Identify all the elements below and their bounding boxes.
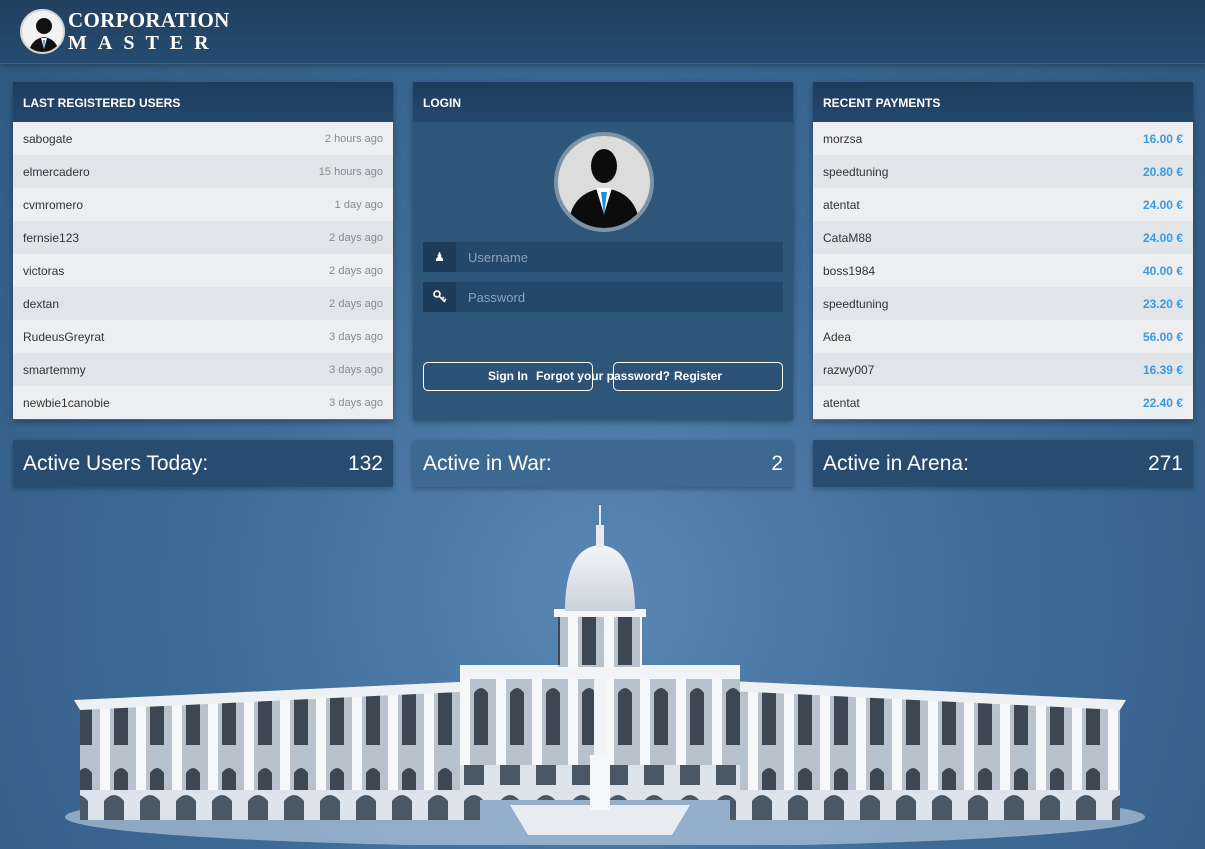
user-time: 2 days ago xyxy=(329,297,383,310)
logo-line1: CORPORATION xyxy=(68,8,230,32)
payment-amount: 20.80 € xyxy=(1142,164,1183,179)
payer-name: speedtuning xyxy=(823,296,889,311)
user-row[interactable]: elmercadero 15 hours ago xyxy=(13,155,393,188)
payer-name: morzsa xyxy=(823,131,863,146)
user-time: 15 hours ago xyxy=(318,165,383,178)
user-name: dextan xyxy=(23,296,60,311)
payer-name: CataM88 xyxy=(823,230,872,245)
user-name: smartemmy xyxy=(23,362,86,377)
user-row[interactable]: newbie1canobie 3 days ago xyxy=(13,386,393,419)
user-name: cvmromero xyxy=(23,197,84,212)
registered-users-title: LAST REGISTERED USERS xyxy=(13,82,393,122)
payment-row[interactable]: atentat 22.40 € xyxy=(813,386,1193,419)
payer-name: Adea xyxy=(823,329,852,344)
user-time: 3 days ago xyxy=(329,330,383,343)
password-field xyxy=(423,282,783,312)
key-icon xyxy=(423,282,456,312)
payment-amount: 40.00 € xyxy=(1142,263,1183,278)
user-name: sabogate xyxy=(23,131,73,146)
payment-amount: 23.20 € xyxy=(1142,296,1183,311)
active-in-arena-value: 271 xyxy=(1147,451,1183,475)
payment-amount: 24.00 € xyxy=(1142,230,1183,245)
payment-row[interactable]: boss1984 40.00 € xyxy=(813,254,1193,287)
password-input[interactable] xyxy=(456,282,783,312)
logo-line2: MASTER xyxy=(68,32,220,54)
payer-name: atentat xyxy=(823,197,860,212)
payment-row[interactable]: razwy007 16.39 € xyxy=(813,353,1193,386)
user-name: RudeusGreyrat xyxy=(23,329,105,344)
active-in-war-stat: Active in War: 2 xyxy=(413,440,793,487)
top-header: CORPORATION MASTER xyxy=(0,0,1205,64)
active-in-war-label: Active in War: xyxy=(423,451,552,475)
user-row[interactable]: smartemmy 3 days ago xyxy=(13,353,393,386)
user-row[interactable]: fernsie123 2 days ago xyxy=(13,221,393,254)
payment-row[interactable]: morzsa 16.00 € xyxy=(813,122,1193,155)
payment-amount: 22.40 € xyxy=(1142,395,1183,410)
logo-avatar-icon xyxy=(20,9,65,54)
user-time: 1 day ago xyxy=(334,198,383,211)
user-time: 3 days ago xyxy=(329,363,383,376)
user-time: 2 hours ago xyxy=(324,132,383,145)
payment-row[interactable]: speedtuning 23.20 € xyxy=(813,287,1193,320)
user-name: newbie1canobie xyxy=(23,395,110,410)
logo[interactable]: CORPORATION MASTER xyxy=(20,9,230,54)
payment-amount: 24.00 € xyxy=(1142,197,1183,212)
user-time: 3 days ago xyxy=(329,396,383,409)
username-input[interactable] xyxy=(456,242,783,272)
payment-row[interactable]: speedtuning 20.80 € xyxy=(813,155,1193,188)
user-name: elmercadero xyxy=(23,164,90,179)
user-avatar-icon xyxy=(554,132,654,232)
user-row[interactable]: RudeusGreyrat 3 days ago xyxy=(13,320,393,353)
user-row[interactable]: cvmromero 1 day ago xyxy=(13,188,393,221)
recent-payments-panel: RECENT PAYMENTS morzsa 16.00 € speedtunin… xyxy=(813,82,1193,420)
payer-name: boss1984 xyxy=(823,263,876,278)
active-users-today-label: Active Users Today: xyxy=(23,451,209,475)
payment-row[interactable]: CataM88 24.00 € xyxy=(813,221,1193,254)
login-title: LOGIN xyxy=(413,82,793,122)
user-row[interactable]: dextan 2 days ago xyxy=(13,287,393,320)
payer-name: atentat xyxy=(823,395,860,410)
username-field: ♟ xyxy=(423,242,783,272)
user-time: 2 days ago xyxy=(329,231,383,244)
payments-list: morzsa 16.00 € speedtuning 20.80 € atentat… xyxy=(813,122,1193,419)
payment-row[interactable]: atentat 24.00 € xyxy=(813,188,1193,221)
registered-users-list: sabogate 2 hours ago elmercadero 15 hours … xyxy=(13,122,393,419)
payer-name: razwy007 xyxy=(823,362,875,377)
active-in-arena-label: Active in Arena: xyxy=(823,451,969,475)
payment-amount: 16.39 € xyxy=(1142,362,1183,377)
payment-row[interactable]: Adea 56.00 € xyxy=(813,320,1193,353)
login-panel: LOGIN ♟ Sign In Register Forgot your pas… xyxy=(413,82,793,420)
payment-amount: 56.00 € xyxy=(1142,329,1183,344)
user-icon: ♟ xyxy=(423,242,456,272)
recent-payments-title: RECENT PAYMENTS xyxy=(813,82,1193,122)
payer-name: speedtuning xyxy=(823,164,889,179)
user-row[interactable]: victoras 2 days ago xyxy=(13,254,393,287)
registered-users-panel: LAST REGISTERED USERS sabogate 2 hours ag… xyxy=(13,82,393,420)
active-users-today-value: 132 xyxy=(347,451,383,475)
payment-amount: 16.00 € xyxy=(1142,131,1183,146)
active-users-today-stat: Active Users Today: 132 xyxy=(13,440,393,487)
active-in-arena-stat: Active in Arena: 271 xyxy=(813,440,1193,487)
forgot-password-link[interactable]: Forgot your password? xyxy=(413,369,793,383)
user-row[interactable]: sabogate 2 hours ago xyxy=(13,122,393,155)
user-name: fernsie123 xyxy=(23,230,80,245)
capitol-building-illustration xyxy=(65,505,1145,845)
user-name: victoras xyxy=(23,263,65,278)
user-time: 2 days ago xyxy=(329,264,383,277)
active-in-war-value: 2 xyxy=(771,451,783,475)
